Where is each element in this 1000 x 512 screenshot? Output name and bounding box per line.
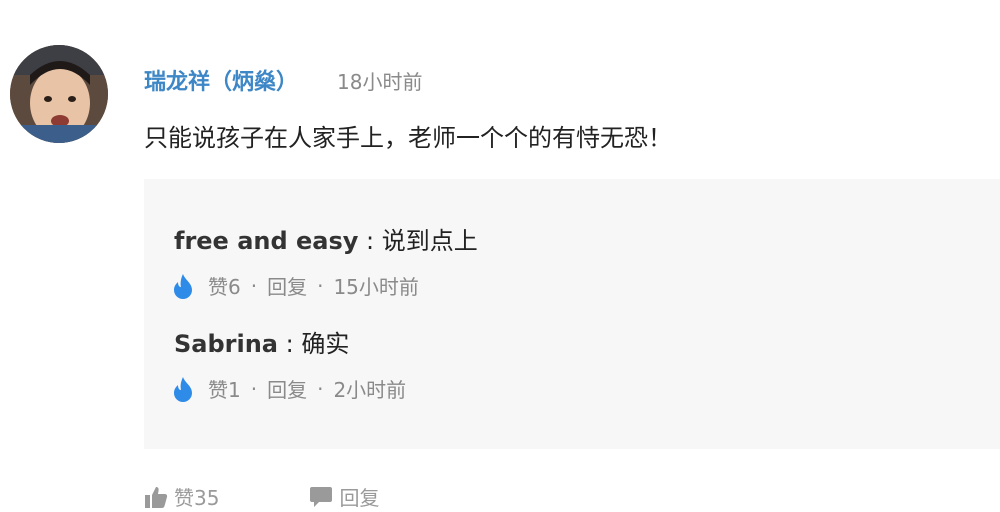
avatar[interactable] <box>10 45 108 143</box>
reply-meta: 赞6 · 回复 · 15小时前 <box>172 271 419 300</box>
reply-separator: : <box>358 227 382 255</box>
reply-separator: : <box>278 330 302 358</box>
reply-label: 回复 <box>339 486 380 510</box>
reply-meta: 赞1 · 回复 · 2小时前 <box>172 374 406 403</box>
speech-bubble-icon <box>310 486 333 507</box>
reply-like-count[interactable]: 赞6 <box>208 271 241 300</box>
username[interactable]: 瑞龙祥（炳燊） <box>144 64 298 96</box>
dot-separator: · <box>317 376 324 401</box>
reply-time: 15小时前 <box>333 275 419 299</box>
reply-author[interactable]: free and easy <box>174 227 358 255</box>
dot-separator: · <box>250 376 258 401</box>
comment-card: 瑞龙祥（炳燊） 18小时前 只能说孩子在人家手上，老师一个个的有恃无恐！ fre… <box>0 0 1000 512</box>
reply-item: free and easy : 说到点上 <box>174 221 478 256</box>
flame-icon[interactable] <box>172 273 194 299</box>
thumbs-up-icon <box>145 486 168 508</box>
reply-item: Sabrina : 确实 <box>174 324 349 359</box>
dot-separator: · <box>317 273 324 298</box>
reply-like-count[interactable]: 赞1 <box>208 374 241 403</box>
reply-list: free and easy : 说到点上 赞6 · 回复 · 15小时前 Sab… <box>144 179 1000 449</box>
comment-actions: 赞35 回复 <box>144 482 379 511</box>
reply-text: 确实 <box>301 330 350 358</box>
comment-timestamp: 18小时前 <box>337 70 423 94</box>
reply-button[interactable]: 回复 <box>309 482 379 511</box>
reply-time: 2小时前 <box>333 378 407 402</box>
flame-icon[interactable] <box>172 376 194 402</box>
like-count: 赞35 <box>174 486 220 510</box>
comment-text: 只能说孩子在人家手上，老师一个个的有恃无恐！ <box>144 124 672 152</box>
dot-separator: · <box>250 273 258 298</box>
like-button[interactable]: 赞35 <box>144 482 219 511</box>
reply-reply-button[interactable]: 回复 <box>267 374 307 403</box>
reply-text: 说到点上 <box>381 227 478 255</box>
reply-author[interactable]: Sabrina <box>174 330 278 358</box>
reply-reply-button[interactable]: 回复 <box>267 271 307 300</box>
